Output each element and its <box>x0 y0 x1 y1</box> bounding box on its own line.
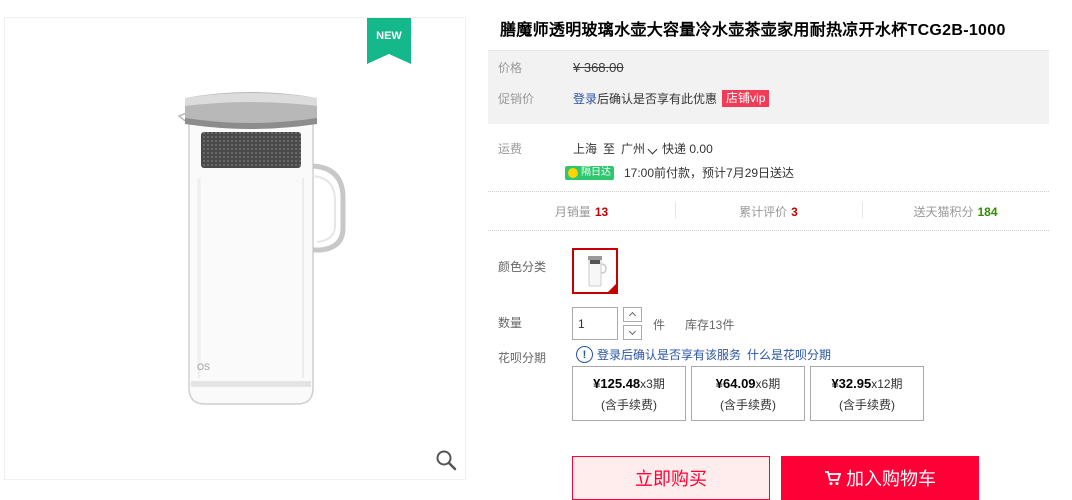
huabei-info: ! 登录后确认是否享有该服务 什么是花呗分期 <box>576 346 831 363</box>
installment-plan-3[interactable]: ¥125.48x3期 (含手续费) <box>572 366 686 421</box>
quantity-input[interactable] <box>572 307 618 340</box>
chevron-down-icon <box>628 327 637 336</box>
color-label: 颜色分类 <box>498 260 547 274</box>
magnifier-icon[interactable] <box>435 449 457 471</box>
color-option-selected[interactable]: ✓ <box>572 248 618 294</box>
product-image-gallery: NEW OS <box>4 17 466 480</box>
stock-count: 库存13件 <box>685 318 735 332</box>
original-price-row: 价格 ¥ 368.00 <box>498 59 624 75</box>
product-title: 膳魔师透明玻璃水壶大容量冷水壶茶壶家用耐热凉开水杯TCG2B-1000 <box>500 22 1006 39</box>
next-day-delivery: 隔日达 17:00前付款，预计7月29日送达 <box>565 164 794 181</box>
info-icon: ! <box>576 346 593 363</box>
installment-plans: ¥125.48x3期 (含手续费) ¥64.09x6期 (含手续费) ¥32.9… <box>572 366 929 421</box>
installment-plan-6[interactable]: ¥64.09x6期 (含手续费) <box>691 366 805 421</box>
tmall-points: 送天猫积分 184 <box>862 201 1049 220</box>
product-image[interactable]: OS <box>175 88 350 408</box>
svg-text:OS: OS <box>197 362 210 372</box>
lightning-icon <box>568 167 578 178</box>
price-box: 价格 ¥ 368.00 促销价 登录后确认是否享有此优惠 店铺vip <box>488 50 1049 124</box>
huabei-label: 花呗分期 <box>498 351 547 365</box>
chevron-up-icon <box>628 311 637 320</box>
cart-icon <box>825 471 842 485</box>
huabei-login-link[interactable]: 登录后确认是否享有该服务 <box>597 346 741 363</box>
huabei-what-link[interactable]: 什么是花呗分期 <box>747 346 831 363</box>
stats-bar: 月销量 13 累计评价 3 送天猫积分 184 <box>488 191 1049 231</box>
review-count[interactable]: 累计评价 3 <box>675 201 862 220</box>
quantity-increase-button[interactable] <box>623 307 642 322</box>
buy-now-button[interactable]: 立即购买 <box>572 456 770 500</box>
quantity-decrease-button[interactable] <box>623 325 642 340</box>
installment-plan-12[interactable]: ¥32.95x12期 (含手续费) <box>810 366 924 421</box>
chevron-down-icon <box>647 144 658 155</box>
monthly-sales: 月销量 13 <box>554 204 609 219</box>
login-link[interactable]: 登录 <box>573 92 597 106</box>
new-badge: NEW <box>367 18 411 64</box>
destination-select[interactable]: 广州 <box>621 140 662 157</box>
quantity-label: 数量 <box>498 316 523 330</box>
vip-tag: 店铺vip <box>722 89 770 107</box>
promo-price-row: 促销价 登录后确认是否享有此优惠 店铺vip <box>498 88 770 108</box>
next-day-badge: 隔日达 <box>565 165 614 180</box>
shipping-row: 运费 上海 至 广州 快递 0.00 <box>498 140 713 157</box>
original-price: ¥ 368.00 <box>573 59 624 75</box>
add-to-cart-button[interactable]: 加入购物车 <box>781 456 979 500</box>
